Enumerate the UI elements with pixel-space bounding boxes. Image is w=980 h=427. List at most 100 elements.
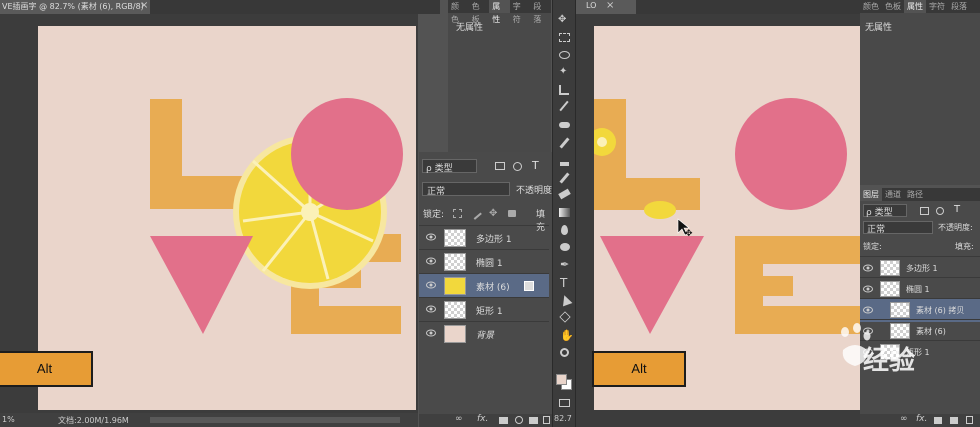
history-brush-icon[interactable]: [559, 172, 570, 184]
mid-tab-color[interactable]: 颜色: [448, 0, 469, 24]
layer-name[interactable]: 素材 (6): [476, 280, 510, 293]
right-tab-swatches[interactable]: 色板: [882, 0, 904, 13]
healing-brush-icon[interactable]: [559, 122, 570, 128]
right-tab-properties[interactable]: 属性: [904, 0, 926, 13]
layer-name[interactable]: 椭圆 1: [476, 256, 503, 269]
mid-tab-properties[interactable]: 属性: [489, 0, 510, 24]
brush-tool-icon[interactable]: [559, 137, 570, 149]
link-icon[interactable]: ∞: [900, 414, 908, 424]
dodge-tool-icon[interactable]: [560, 243, 570, 251]
layer-thumb: [444, 301, 466, 319]
right-layer-tabs: 图层 通道 路径: [860, 188, 980, 201]
right-doc-tab[interactable]: LO ×: [576, 0, 636, 14]
right-filter-select[interactable]: ρ 类型: [863, 204, 907, 218]
trash-icon[interactable]: [966, 416, 973, 424]
mid-props-tabs: 颜色 色板 属性 字符 段落: [448, 0, 551, 24]
folder-icon[interactable]: [529, 417, 538, 424]
marquee-tool-icon[interactable]: [559, 33, 570, 42]
alt-key-label-left: Alt: [36, 361, 53, 376]
move-tool-icon[interactable]: ✥: [558, 14, 566, 25]
layer-name[interactable]: 矩形 1: [476, 304, 503, 317]
pink-triangle: [150, 236, 253, 334]
gradient-tool-icon[interactable]: [559, 208, 570, 217]
layer-thumb: [444, 277, 466, 295]
hand-tool-icon[interactable]: ✋: [560, 329, 574, 342]
right-filter-pixel-icon[interactable]: [920, 207, 929, 215]
eraser-icon[interactable]: [558, 188, 571, 200]
mid-layer-row-ellipse[interactable]: 椭圆 1: [419, 249, 549, 273]
right-tab-color[interactable]: 颜色: [860, 0, 882, 13]
lock-pixels-icon[interactable]: [453, 209, 462, 218]
mid-tab-paragraph[interactable]: 段落: [530, 0, 551, 24]
type-tool-icon[interactable]: T: [560, 276, 567, 290]
lock-move-icon[interactable]: ✥: [489, 208, 497, 219]
right-filter-type-icon[interactable]: T: [954, 204, 960, 215]
lock-all-icon[interactable]: [508, 210, 516, 217]
blur-tool-icon[interactable]: [561, 225, 568, 235]
lasso-tool-icon[interactable]: [559, 51, 570, 59]
zoom-tool-icon[interactable]: [560, 348, 569, 357]
right-tab-channels[interactable]: 通道: [882, 188, 904, 201]
mid-layer-row-material[interactable]: 素材 (6): [419, 273, 549, 297]
layer-name[interactable]: 素材 (6) 拷贝: [916, 305, 964, 316]
right-blend-select[interactable]: 正常: [863, 221, 933, 235]
toolbar-zoom-status: 82.7: [554, 414, 572, 423]
crop-tool-icon[interactable]: [559, 85, 569, 95]
right-doc-tab-title: LO: [586, 1, 597, 10]
mid-filter-pixel-icon[interactable]: [495, 162, 505, 170]
path-select-icon[interactable]: [559, 293, 573, 307]
mask-icon[interactable]: [934, 417, 942, 424]
letter-e-top: [735, 236, 860, 264]
eye-icon[interactable]: [863, 306, 873, 314]
right-tab-layers[interactable]: 图层: [860, 188, 882, 201]
eye-icon[interactable]: [426, 257, 436, 265]
eye-icon[interactable]: [863, 285, 873, 293]
pen-tool-icon[interactable]: ✒: [560, 258, 569, 271]
quick-mask-icon[interactable]: [559, 399, 570, 407]
eye-icon[interactable]: [426, 233, 436, 241]
right-filter-label: ρ 类型: [866, 208, 893, 218]
magic-wand-icon[interactable]: ✦: [559, 66, 567, 77]
right-filter-adjust-icon[interactable]: [936, 207, 944, 215]
left-status-doc: 文档:2.00M/1.96M: [58, 416, 129, 425]
left-doc-tab[interactable]: VE插画字 @ 82.7% (素材 (6), RGB/8) ×: [0, 0, 150, 14]
link-icon[interactable]: ∞: [455, 414, 463, 424]
eye-icon[interactable]: [426, 281, 436, 289]
mid-layer-row-rect[interactable]: 矩形 1: [419, 297, 549, 321]
left-doc-close-icon[interactable]: ×: [140, 0, 148, 11]
foreground-color-swatch[interactable]: [556, 374, 567, 385]
mask-icon[interactable]: [499, 417, 508, 424]
fx-icon[interactable]: fx.: [916, 414, 927, 424]
layer-name[interactable]: 多边形 1: [906, 263, 938, 274]
mid-blend-select[interactable]: 正常: [422, 182, 510, 197]
right-tab-paths[interactable]: 路径: [904, 188, 926, 201]
eyedropper-icon[interactable]: [559, 100, 569, 112]
clone-stamp-icon[interactable]: [560, 156, 569, 166]
mid-blend-label: 正常: [427, 187, 446, 197]
shape-tool-icon[interactable]: [559, 311, 571, 323]
adjustment-icon[interactable]: [515, 416, 523, 424]
right-tab-character[interactable]: 字符: [926, 0, 948, 13]
eye-icon[interactable]: [863, 264, 873, 272]
mid-tab-swatches[interactable]: 色板: [469, 0, 490, 24]
pink-triangle: [600, 236, 704, 334]
folder-icon[interactable]: [950, 417, 958, 424]
mid-filter-select[interactable]: ρ 类型: [422, 159, 477, 174]
left-scrollbar-h[interactable]: [150, 417, 400, 423]
lock-brush-icon[interactable]: [469, 207, 482, 220]
mid-layer-row-background[interactable]: 背景: [419, 321, 549, 345]
eye-icon[interactable]: [426, 329, 436, 337]
layer-name[interactable]: 椭圆 1: [906, 284, 930, 295]
right-doc-close-icon[interactable]: ×: [606, 0, 614, 11]
mid-filter-type-icon[interactable]: T: [532, 159, 539, 172]
new-layer-icon[interactable]: [543, 416, 550, 424]
mid-filter-adjust-icon[interactable]: [513, 162, 522, 171]
letter-e-mid: [735, 276, 793, 296]
fx-icon[interactable]: fx.: [477, 414, 488, 424]
mid-tab-character[interactable]: 字符: [510, 0, 531, 24]
layer-name[interactable]: 多边形 1: [476, 232, 512, 245]
mid-layer-row-polygon[interactable]: 多边形 1: [419, 225, 549, 249]
layer-name[interactable]: 背景: [476, 328, 494, 341]
right-tab-paragraph[interactable]: 段落: [948, 0, 970, 13]
eye-icon[interactable]: [426, 305, 436, 313]
